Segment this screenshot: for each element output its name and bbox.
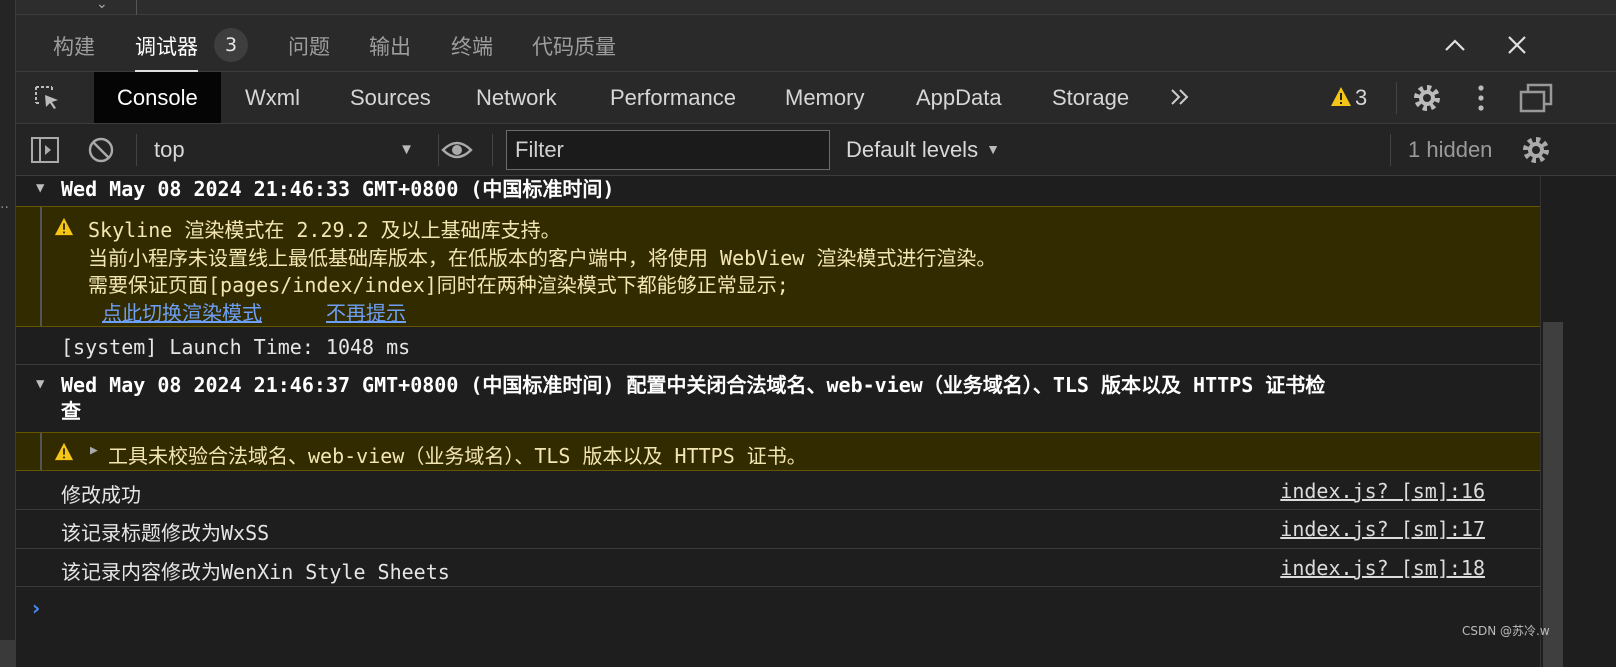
tab-code-quality[interactable]: 代码质量 — [532, 31, 616, 61]
warning-message[interactable]: ▶ 工具未校验合法域名、web-view（业务域名）、TLS 版本以及 HTTP… — [16, 432, 1540, 471]
log-text: 修改成功 — [61, 483, 141, 507]
warning-count[interactable]: 3 — [1355, 72, 1367, 123]
log-levels-label: Default levels — [846, 137, 979, 162]
top-thin-bar: ⌄ — [16, 0, 1616, 15]
more-dots-icon: ·· — [0, 200, 9, 216]
scrollbar-thumb[interactable] — [1543, 322, 1563, 667]
divider — [438, 134, 439, 166]
inspect-element-icon[interactable] — [32, 83, 62, 113]
warning-text: 工具未校验合法域名、web-view（业务域名）、TLS 版本以及 HTTPS … — [108, 444, 807, 468]
divider — [136, 134, 137, 166]
log-message: 该记录内容修改为WenXin Style Sheets index.js? [s… — [16, 549, 1540, 587]
divider — [136, 0, 137, 15]
group-indent-line — [40, 433, 42, 470]
eye-icon[interactable] — [440, 136, 474, 164]
tab-wxml[interactable]: Wxml — [245, 72, 300, 123]
sidebar-toggle-icon[interactable] — [30, 136, 60, 164]
group-title-continued: 查 — [61, 399, 81, 423]
divider — [492, 134, 493, 166]
tab-debugger-label: 调试器 — [135, 35, 198, 59]
context-selector[interactable]: top ▼ — [154, 124, 424, 175]
left-edge-strip: ·· — [0, 0, 16, 667]
warning-icon — [54, 217, 74, 236]
console-group-header[interactable]: ▼ Wed May 08 2024 21:46:37 GMT+0800 (中国标… — [16, 366, 1540, 432]
warning-icon[interactable] — [1330, 86, 1352, 108]
watermark: CSDN @苏冷.w — [1462, 624, 1550, 638]
tab-debugger[interactable]: 调试器 — [135, 31, 198, 72]
log-message: 修改成功 index.js? [sm]:16 — [16, 472, 1540, 510]
tab-problems[interactable]: 问题 — [288, 31, 330, 61]
hidden-count: 1 hidden — [1408, 137, 1493, 162]
settings-gear-icon[interactable] — [1411, 82, 1443, 114]
expand-arrow-icon[interactable]: ▼ — [36, 180, 44, 196]
warning-text-line: 当前小程序未设置线上最低基础库版本，在低版本的客户端中，将使用 WebView … — [88, 246, 997, 270]
source-link[interactable]: index.js? [sm]:17 — [1280, 517, 1485, 541]
dropdown-arrow-icon: ▼ — [986, 141, 1000, 157]
close-icon[interactable] — [1502, 30, 1532, 60]
switch-render-mode-link[interactable]: 点此切换渲染模式 — [102, 297, 262, 326]
divider — [1390, 134, 1391, 166]
tab-build[interactable]: 构建 — [53, 31, 95, 61]
tab-sources[interactable]: Sources — [350, 72, 431, 123]
console-settings-gear-icon[interactable] — [1520, 134, 1552, 166]
console-output: ▼ Wed May 08 2024 21:46:33 GMT+0800 (中国标… — [16, 176, 1540, 667]
group-title: Wed May 08 2024 21:46:37 GMT+0800 (中国标准时… — [61, 373, 1326, 397]
warning-icon — [54, 442, 74, 461]
tab-network[interactable]: Network — [476, 72, 557, 123]
chevron-down-icon[interactable]: ⌄ — [96, 0, 108, 12]
console-prompt-icon[interactable]: › — [32, 596, 40, 620]
warning-message: Skyline 渲染模式在 2.29.2 及以上基础库支持。 当前小程序未设置线… — [16, 206, 1540, 327]
tab-appdata[interactable]: AppData — [916, 72, 1002, 123]
log-text: [system] Launch Time: 1048 ms — [61, 335, 411, 359]
context-value: top — [154, 137, 185, 162]
more-vertical-icon[interactable] — [1473, 82, 1489, 114]
source-link[interactable]: index.js? [sm]:16 — [1280, 479, 1485, 503]
tab-terminal[interactable]: 终端 — [451, 31, 493, 61]
tab-console[interactable]: Console — [94, 72, 221, 123]
undock-window-icon[interactable] — [1518, 82, 1554, 114]
source-link[interactable]: index.js? [sm]:18 — [1280, 556, 1485, 580]
warning-text-line: Skyline 渲染模式在 2.29.2 及以上基础库支持。 — [88, 218, 561, 242]
log-message: [system] Launch Time: 1048 ms — [16, 327, 1540, 365]
group-indent-line — [40, 207, 42, 326]
debugger-count-badge: 3 — [214, 28, 248, 62]
log-levels-dropdown[interactable]: Default levels ▼ — [846, 124, 1000, 175]
chevron-up-icon[interactable] — [1440, 30, 1470, 60]
tab-storage[interactable]: Storage — [1052, 72, 1129, 123]
panel-tab-bar: 构建 调试器 3 问题 输出 终端 代码质量 — [16, 15, 1616, 72]
devtools-tab-bar: Console Wxml Sources Network Performance… — [16, 72, 1616, 124]
console-toolbar: top ▼ Default levels ▼ 1 hidden — [16, 124, 1616, 176]
log-text: 该记录内容修改为WenXin Style Sheets — [61, 560, 450, 584]
tab-performance[interactable]: Performance — [610, 72, 736, 123]
warning-text-line: 需要保证页面[pages/index/index]同时在两种渲染模式下都能够正常… — [88, 273, 789, 297]
dropdown-arrow-icon: ▼ — [399, 141, 414, 158]
tab-output[interactable]: 输出 — [369, 31, 411, 61]
group-title: Wed May 08 2024 21:46:33 GMT+0800 (中国标准时… — [61, 177, 615, 201]
filter-input[interactable] — [506, 130, 830, 170]
left-strip-bottom — [0, 640, 16, 667]
expand-arrow-icon[interactable]: ▼ — [36, 376, 44, 392]
divider — [1396, 82, 1397, 114]
tab-memory[interactable]: Memory — [785, 72, 864, 123]
console-group-header[interactable]: ▼ Wed May 08 2024 21:46:33 GMT+0800 (中国标… — [16, 176, 1540, 206]
expand-arrow-icon[interactable]: ▶ — [90, 443, 98, 458]
more-tabs-icon[interactable] — [1169, 86, 1191, 108]
log-text: 该记录标题修改为WxSS — [61, 521, 270, 545]
clear-console-icon[interactable] — [87, 136, 115, 164]
dont-remind-link[interactable]: 不再提示 — [326, 297, 406, 326]
log-message: 该记录标题修改为WxSS index.js? [sm]:17 — [16, 510, 1540, 549]
